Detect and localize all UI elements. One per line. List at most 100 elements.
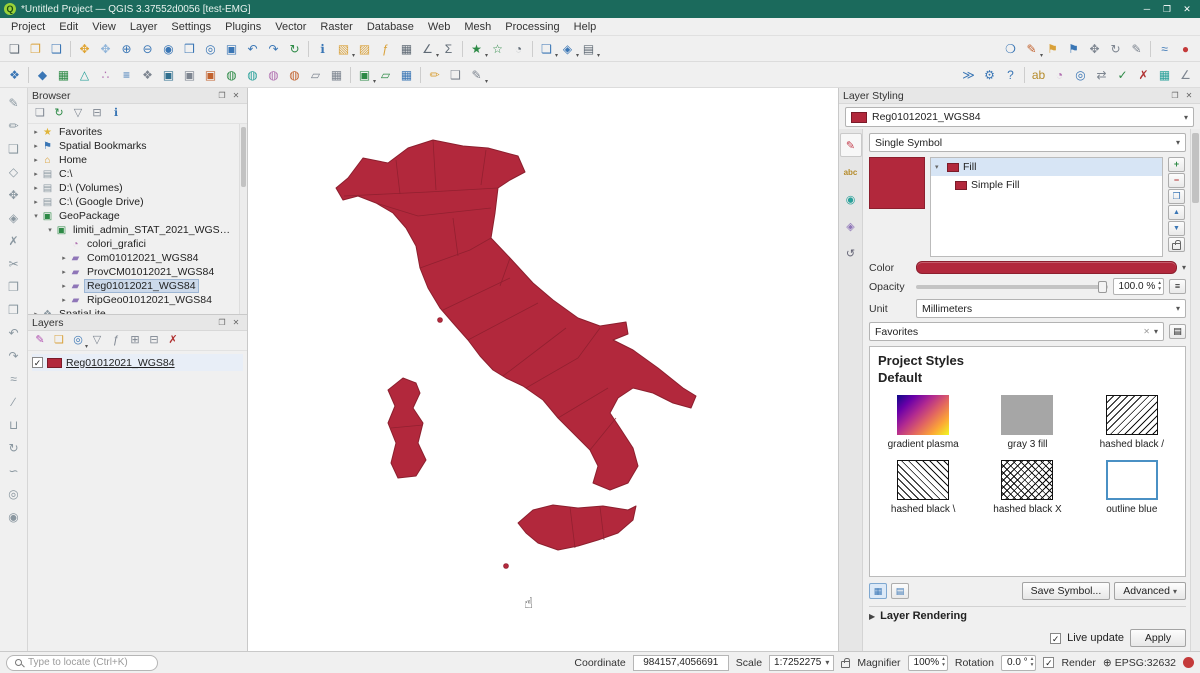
menu-web[interactable]: Web (421, 18, 457, 36)
new-project[interactable]: ❏ (4, 38, 25, 59)
toggle-editing[interactable]: ✏ (424, 64, 445, 85)
live-update-checkbox[interactable]: ✓ (1050, 633, 1061, 644)
current-edits[interactable]: ✎▾ (466, 64, 487, 85)
tab-labels[interactable]: abc (840, 160, 862, 184)
identify-features[interactable]: ℹ (312, 38, 333, 59)
map-canvas[interactable]: ☝ (248, 88, 838, 651)
opacity-slider-handle[interactable] (1098, 281, 1107, 293)
offline-editing[interactable]: ⇄ (1091, 64, 1112, 85)
vertex-tool[interactable]: ◈ (3, 207, 24, 228)
style-preview-gradient-plasma[interactable]: gradient plasma (878, 395, 968, 450)
browser-item-drive-d[interactable]: ▸▤D:\ (Volumes) (28, 181, 247, 195)
pan-map-tool[interactable]: ✥ (74, 38, 95, 59)
remove-layer[interactable]: ✗ (164, 332, 182, 350)
geometry-checker[interactable]: ✗ (1133, 64, 1154, 85)
unit-select[interactable]: Millimeters ▾ (916, 299, 1186, 318)
styling-layer-select[interactable]: Reg01012021_WGS84 ▾ (845, 107, 1194, 127)
new-geopackage-layer[interactable]: ▣▾ (354, 64, 375, 85)
magnifier-spinbox[interactable]: 100% ▴▾ (908, 655, 948, 671)
crs-indicator[interactable]: ⊕ EPSG:32632 (1103, 657, 1176, 669)
map-tips[interactable]: ❍ (1000, 38, 1021, 59)
rotate-label[interactable]: ↻ (1105, 38, 1126, 59)
project-colors[interactable]: ● (1175, 38, 1196, 59)
locate-search[interactable] (6, 655, 158, 671)
chevron-down-icon[interactable]: ▾ (1182, 263, 1186, 272)
redo[interactable]: ↷ (3, 345, 24, 366)
style-preview-outline-blue[interactable]: outline blue (1087, 460, 1177, 515)
expander-icon[interactable]: ▸ (31, 142, 41, 150)
expander-icon[interactable]: ▾ (45, 226, 55, 234)
menu-mesh[interactable]: Mesh (457, 18, 498, 36)
maximize-button[interactable]: ❐ (1158, 2, 1176, 16)
open-project[interactable]: ❐ (25, 38, 46, 59)
menu-project[interactable]: Project (4, 18, 52, 36)
float-panel-icon[interactable]: ❐ (215, 90, 229, 102)
simplify-feature[interactable]: ∽ (3, 460, 24, 481)
expander-icon[interactable]: ▸ (59, 296, 69, 304)
select-features[interactable]: ▧▾ (333, 38, 354, 59)
style-preview-hashed-fwd[interactable]: hashed black / (1087, 395, 1177, 450)
layer-item-reg01012021[interactable]: ✓ Reg01012021_WGS84 (32, 354, 243, 371)
browser-scrollbar[interactable] (239, 124, 247, 314)
add-raster-layer[interactable]: ▦ (53, 64, 74, 85)
layer-diagram-options[interactable]: ◔ (1049, 64, 1070, 85)
pin-labels[interactable]: ⚑ (1042, 38, 1063, 59)
zoom-native[interactable]: ◉ (158, 38, 179, 59)
browser-item-geopackage[interactable]: ▾▣GeoPackage (28, 209, 247, 223)
undo[interactable]: ↶ (3, 322, 24, 343)
manage-map-themes[interactable]: ◎▾ (69, 332, 87, 350)
cut-features[interactable]: ✂ (3, 253, 24, 274)
layer-rendering-section[interactable]: ▶ Layer Rendering (869, 606, 1186, 625)
metasearch[interactable]: ◎ (1070, 64, 1091, 85)
zoom-to-selection[interactable]: ◎ (200, 38, 221, 59)
close-panel-icon[interactable]: ✕ (229, 90, 243, 102)
add-vector-layer[interactable]: ◆ (32, 64, 53, 85)
new-shapefile-layer[interactable]: ▱ (375, 64, 396, 85)
highlight-pinned-labels[interactable]: ⚑ (1063, 38, 1084, 59)
layer-visibility-checkbox[interactable]: ✓ (32, 357, 43, 368)
browser-item-reg01012021[interactable]: ▸▰Reg01012021_WGS84 (28, 279, 247, 293)
browser-item-home[interactable]: ▸⌂Home (28, 153, 247, 167)
copy-features[interactable]: ❐ (3, 276, 24, 297)
renderer-select[interactable]: Single Symbol ▾ (869, 133, 1186, 152)
pan-to-selection[interactable]: ✥ (95, 38, 116, 59)
python-console[interactable]: ≫ (958, 64, 979, 85)
select-by-expression[interactable]: ƒ (375, 38, 396, 59)
elevation-profile[interactable]: ≈ (1154, 38, 1175, 59)
menu-help[interactable]: Help (567, 18, 604, 36)
render-checkbox[interactable]: ✓ (1043, 657, 1054, 668)
lock-scale-icon[interactable] (841, 661, 850, 668)
advanced-button[interactable]: Advanced▾ (1114, 582, 1186, 600)
add-oracle-layer[interactable]: ▣ (200, 64, 221, 85)
float-panel-icon[interactable]: ❐ (1168, 90, 1182, 102)
new-map-view[interactable]: ❏▾ (536, 38, 557, 59)
add-wcs-layer[interactable]: ◍ (242, 64, 263, 85)
move-label[interactable]: ✥ (1084, 38, 1105, 59)
change-label-properties[interactable]: ✎ (1126, 38, 1147, 59)
opacity-slider[interactable] (916, 285, 1108, 289)
new-annotation[interactable]: ✎▾ (1021, 38, 1042, 59)
locate-input[interactable] (28, 657, 150, 668)
minimize-button[interactable]: ─ (1138, 2, 1156, 16)
browser-item-provcm01012021[interactable]: ▸▰ProvCM01012021_WGS84 (28, 265, 247, 279)
browser-item-colori-grafici[interactable]: ◔colori_grafici (28, 237, 247, 251)
new-3d-map-view[interactable]: ◈▾ (557, 38, 578, 59)
symbol-tree-simple-fill-row[interactable]: Simple Fill (931, 176, 1162, 194)
remove-symbol-layer-button[interactable]: − (1168, 173, 1185, 188)
temporal-controller[interactable]: ◔ (508, 38, 529, 59)
statistics-summary[interactable]: Σ (438, 38, 459, 59)
tab-mask[interactable]: ◉ (840, 187, 862, 211)
close-button[interactable]: ✕ (1178, 2, 1196, 16)
messages-icon[interactable] (1183, 657, 1194, 668)
style-manager-button[interactable]: ▤ (1169, 324, 1186, 339)
menu-edit[interactable]: Edit (52, 18, 85, 36)
add-group[interactable]: ❏ (50, 332, 68, 350)
menu-raster[interactable]: Raster (313, 18, 359, 36)
browser-collapse-all[interactable]: ⊟ (88, 105, 106, 123)
filter-legend[interactable]: ▽ (88, 332, 106, 350)
spin-down-icon[interactable]: ▾ (1158, 287, 1161, 293)
menu-view[interactable]: View (85, 18, 123, 36)
add-wfs-layer[interactable]: ◍ (263, 64, 284, 85)
rotate-feature[interactable]: ↻ (3, 437, 24, 458)
list-view-button[interactable]: ▤ (891, 583, 909, 599)
